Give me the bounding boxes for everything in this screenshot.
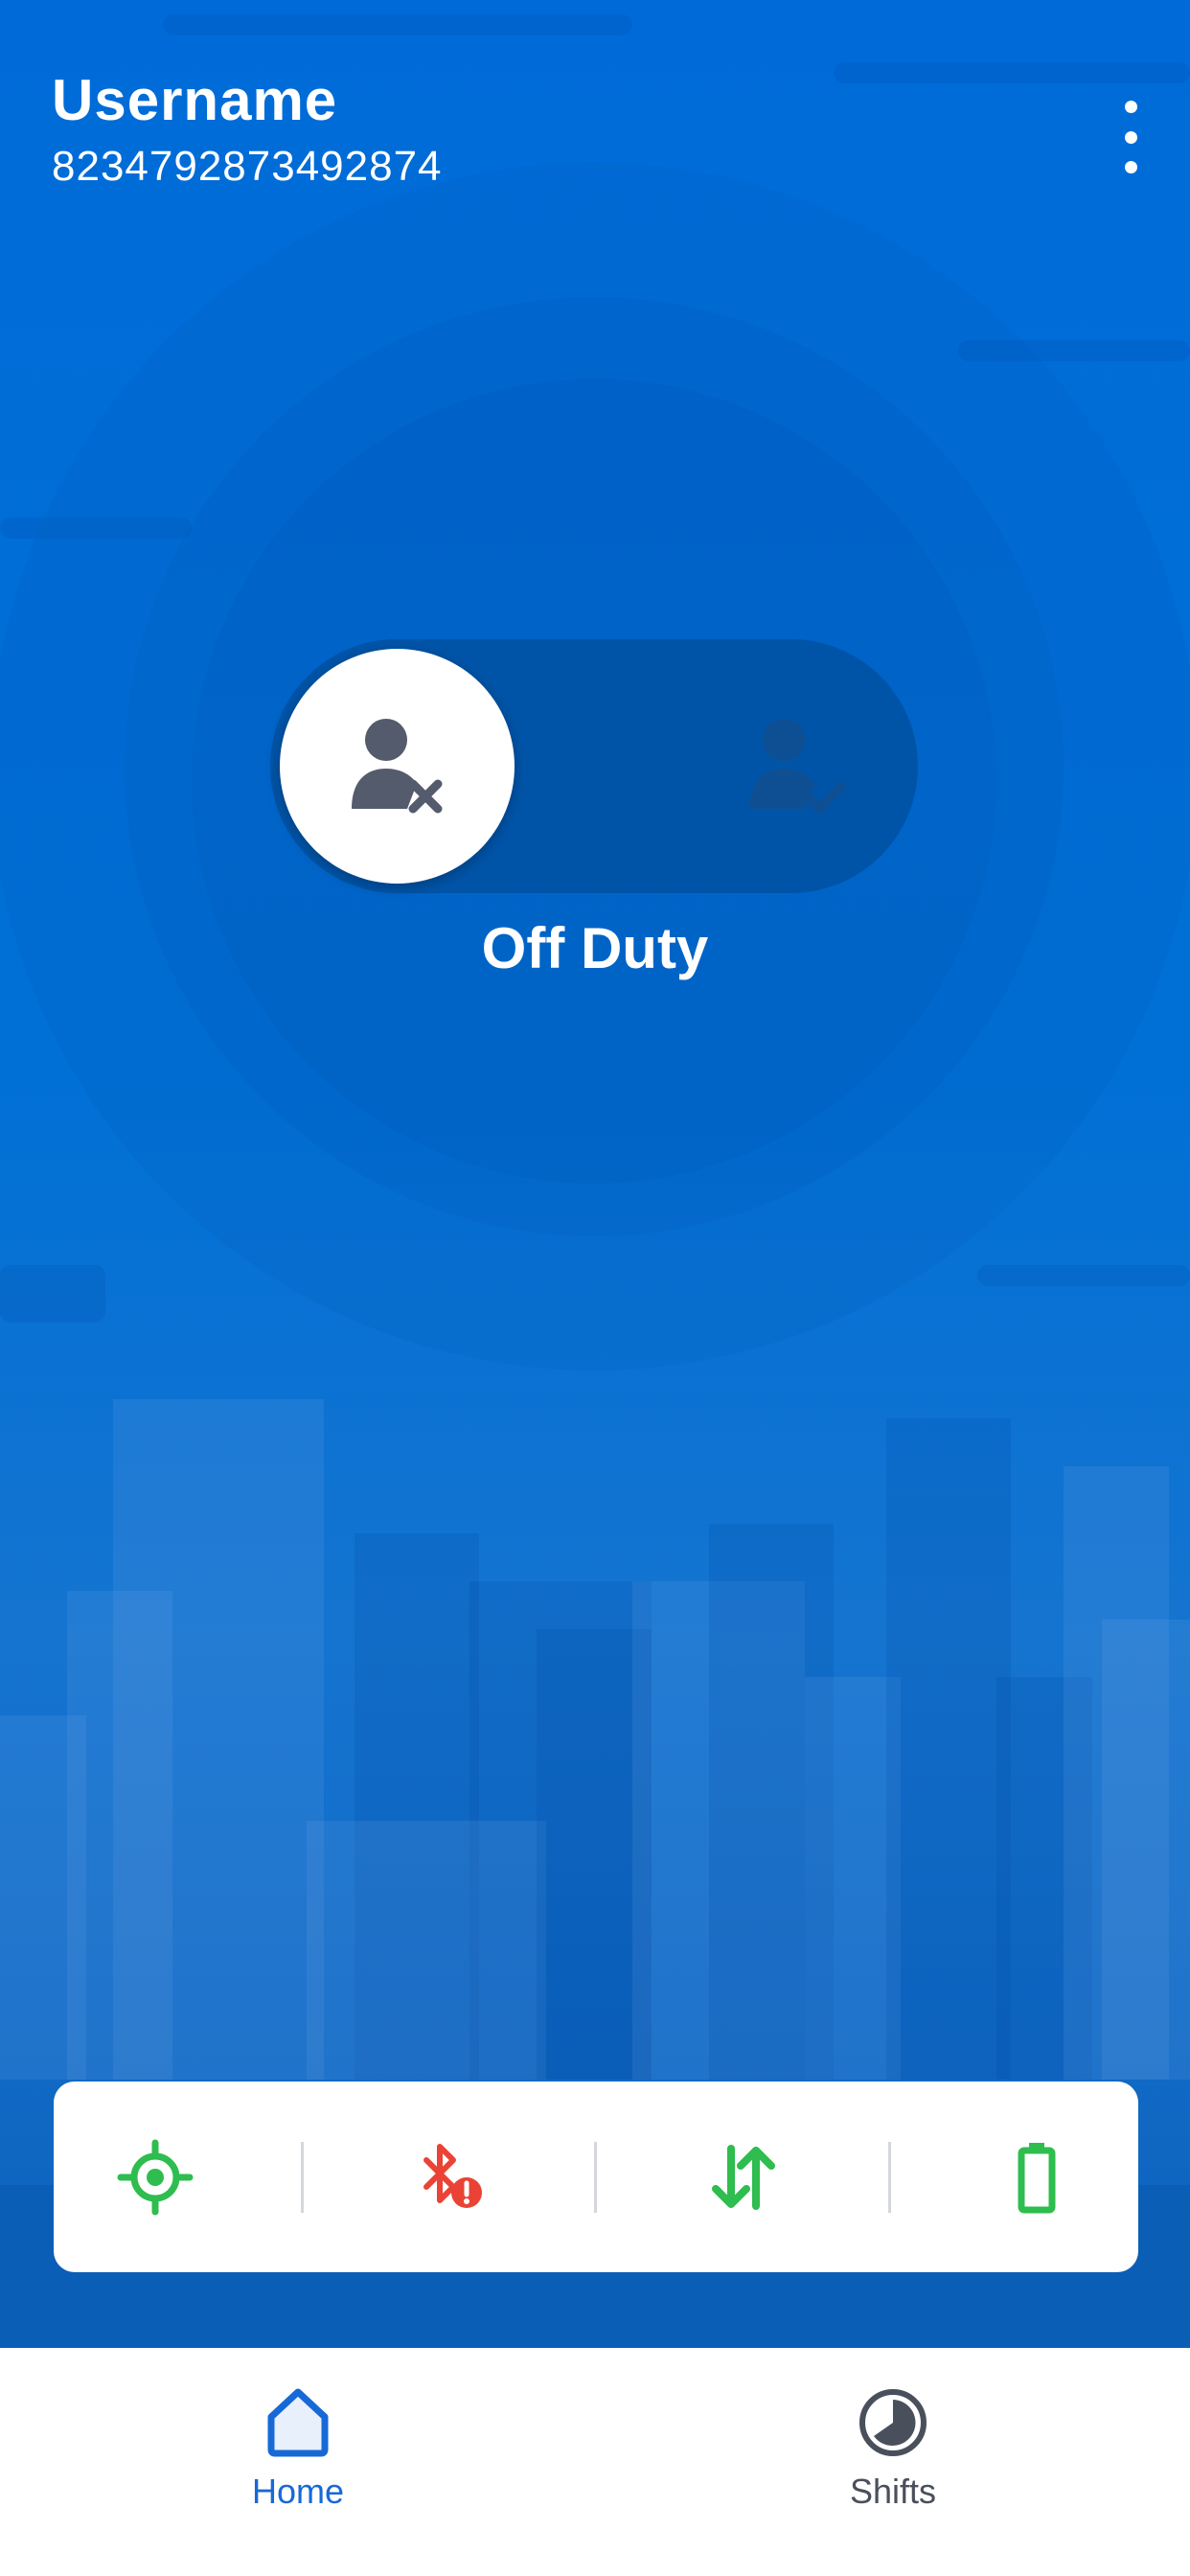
divider xyxy=(300,2141,304,2213)
nav-shifts[interactable]: Shifts xyxy=(768,2386,1018,2512)
battery-status[interactable] xyxy=(979,2120,1094,2235)
location-target-icon xyxy=(117,2139,194,2215)
background-streak xyxy=(834,62,1190,83)
city-skyline xyxy=(0,1390,1190,2080)
nav-home[interactable]: Home xyxy=(173,2386,423,2512)
user-id: 8234792873492874 xyxy=(52,143,443,190)
bottom-navigation: Home Shifts xyxy=(0,2348,1190,2576)
nav-shifts-label: Shifts xyxy=(849,2472,937,2511)
duty-status-label: Off Duty xyxy=(481,916,709,980)
more-vert-icon[interactable] xyxy=(1111,101,1150,173)
background-streak xyxy=(0,1265,105,1322)
bluetooth-error-icon xyxy=(423,2143,482,2208)
user-check-icon xyxy=(749,719,846,814)
location-status[interactable] xyxy=(98,2120,213,2235)
data-status[interactable] xyxy=(685,2120,800,2235)
username: Username xyxy=(52,68,338,132)
background-streak xyxy=(977,1265,1190,1286)
bluetooth-status[interactable] xyxy=(392,2120,507,2235)
device-status-card xyxy=(54,2082,1138,2272)
divider xyxy=(594,2141,598,2213)
data-transfer-icon xyxy=(712,2144,776,2210)
nav-home-label: Home xyxy=(251,2472,345,2511)
user-x-icon xyxy=(351,718,442,813)
battery-icon xyxy=(1018,2142,1056,2213)
user-header: Username 8234792873492874 xyxy=(52,67,443,191)
background-streak xyxy=(163,14,632,35)
duty-toggle-knob[interactable] xyxy=(280,649,515,884)
divider xyxy=(888,2141,892,2213)
home-icon xyxy=(267,2388,329,2457)
clock-icon xyxy=(859,2389,927,2456)
app-screen: Username 8234792873492874 Off Duty Home … xyxy=(0,0,1190,2576)
